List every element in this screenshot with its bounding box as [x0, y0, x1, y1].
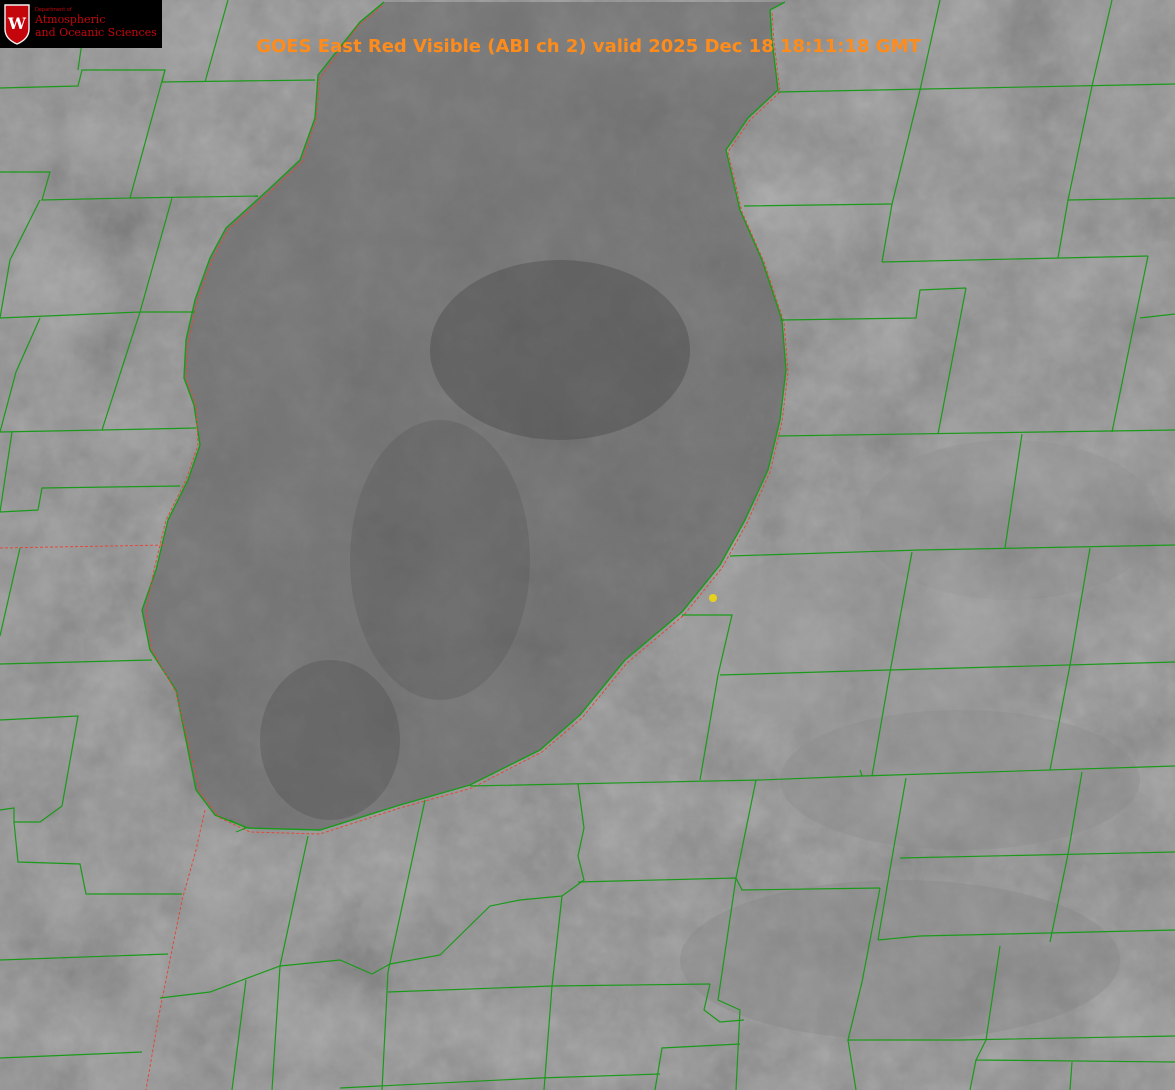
image-title: GOES East Red Visible (ABI ch 2) valid 2… — [0, 36, 1175, 58]
satellite-map[interactable] — [0, 0, 1175, 1090]
svg-text:W: W — [7, 14, 27, 33]
logo-line-1: Atmospheric — [35, 13, 106, 26]
image-title-text: GOES East Red Visible (ABI ch 2) valid 2… — [256, 36, 921, 57]
site-marker[interactable] — [709, 594, 717, 602]
